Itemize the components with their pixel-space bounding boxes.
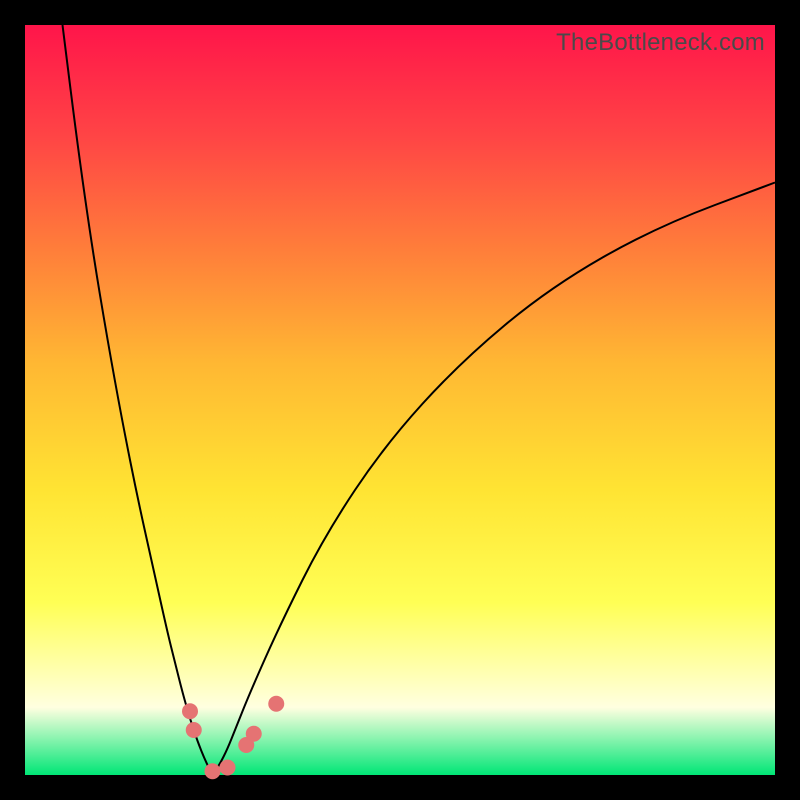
data-point bbox=[182, 703, 198, 719]
data-point bbox=[246, 726, 262, 742]
chart-plot-area: TheBottleneck.com bbox=[25, 25, 775, 775]
curve-right-branch bbox=[213, 183, 776, 776]
data-point bbox=[205, 763, 221, 779]
bottleneck-curve bbox=[25, 25, 775, 775]
data-point bbox=[186, 722, 202, 738]
data-point bbox=[268, 696, 284, 712]
curve-left-branch bbox=[63, 25, 213, 775]
data-point bbox=[220, 760, 236, 776]
